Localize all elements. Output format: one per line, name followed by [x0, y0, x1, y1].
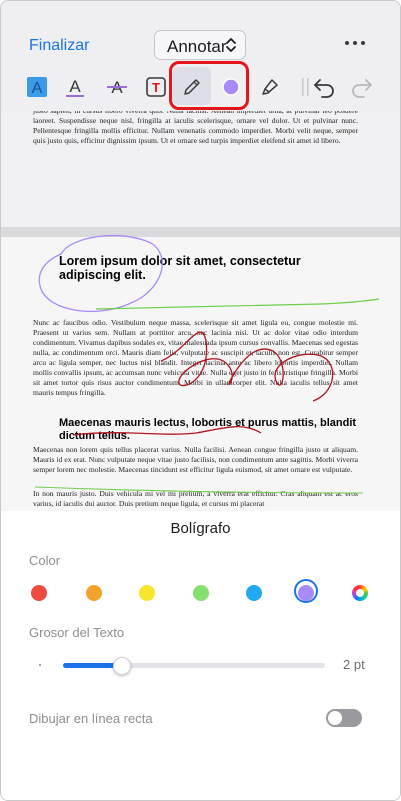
document-paragraph-3: In non mauris justo. Duis vehicula mi ve…	[33, 489, 358, 508]
color-swatch-blue[interactable]	[246, 585, 262, 601]
highlight-callout-box	[169, 61, 249, 110]
panel-title: Bolígrafo	[170, 520, 231, 537]
document-view[interactable]: justo sapien, in cursus libero viverra q…	[1, 111, 400, 511]
finish-button[interactable]: Finalizar	[29, 37, 89, 55]
chevron-up-down-icon	[226, 38, 236, 52]
color-swatch-orange[interactable]	[86, 585, 102, 601]
size-slider-track[interactable]	[63, 663, 325, 668]
text-underline-icon[interactable]: A	[63, 75, 87, 99]
mode-label: Annotar	[167, 37, 227, 56]
redo-icon[interactable]	[350, 75, 374, 99]
svg-text:A: A	[69, 77, 81, 96]
color-label: Color	[29, 553, 61, 568]
top-toolbar: Finalizar Annotar A A A	[1, 1, 400, 111]
document-heading-2: Maecenas mauris lectus, lobortis et puru…	[59, 417, 357, 442]
document-paragraph-1: Nunc ac faucibus odio. Vestibulum neque …	[33, 318, 358, 397]
svg-text:T: T	[152, 80, 160, 95]
straight-line-label: Dibujar en línea recta	[29, 711, 153, 726]
text-size-label: Grosor del Texto	[29, 625, 125, 640]
svg-text:A: A	[32, 80, 43, 97]
page1-text: justo sapien, in cursus libero viverra q…	[33, 111, 358, 145]
pen-settings-panel: Bolígrafo Color Grosor del Texto 2 pt Di…	[1, 511, 400, 800]
size-slider-thumb[interactable]	[112, 657, 131, 675]
size-value: 2 pt	[343, 657, 365, 672]
document-heading-1: Lorem ipsum dolor sit amet, consectetur …	[59, 254, 301, 282]
more-options-icon[interactable]	[344, 35, 366, 51]
color-swatch-red[interactable]	[31, 585, 47, 601]
selected-color-ring	[294, 579, 318, 603]
undo-icon[interactable]	[312, 75, 336, 99]
annotation-screen: Finalizar Annotar A A A	[0, 0, 401, 801]
size-slider-fill	[63, 663, 121, 668]
marker-icon[interactable]	[258, 75, 282, 99]
slider-min-dot	[39, 664, 41, 666]
document-page-1: justo sapien, in cursus libero viverra q…	[1, 111, 400, 227]
toggle-knob	[328, 711, 342, 725]
text-box-icon[interactable]: T	[144, 75, 168, 99]
color-swatch-green[interactable]	[193, 585, 209, 601]
color-swatch-yellow[interactable]	[139, 585, 155, 601]
text-strikethrough-icon[interactable]: A	[105, 75, 129, 99]
color-wheel-icon[interactable]	[352, 585, 368, 601]
document-paragraph-2: Maecenas non lorem quis tellus placerat …	[33, 445, 358, 474]
straight-line-toggle[interactable]	[326, 709, 362, 727]
mode-selector[interactable]: Annotar	[154, 30, 246, 60]
page-separator	[1, 227, 400, 237]
text-highlight-icon[interactable]: A	[25, 75, 49, 99]
